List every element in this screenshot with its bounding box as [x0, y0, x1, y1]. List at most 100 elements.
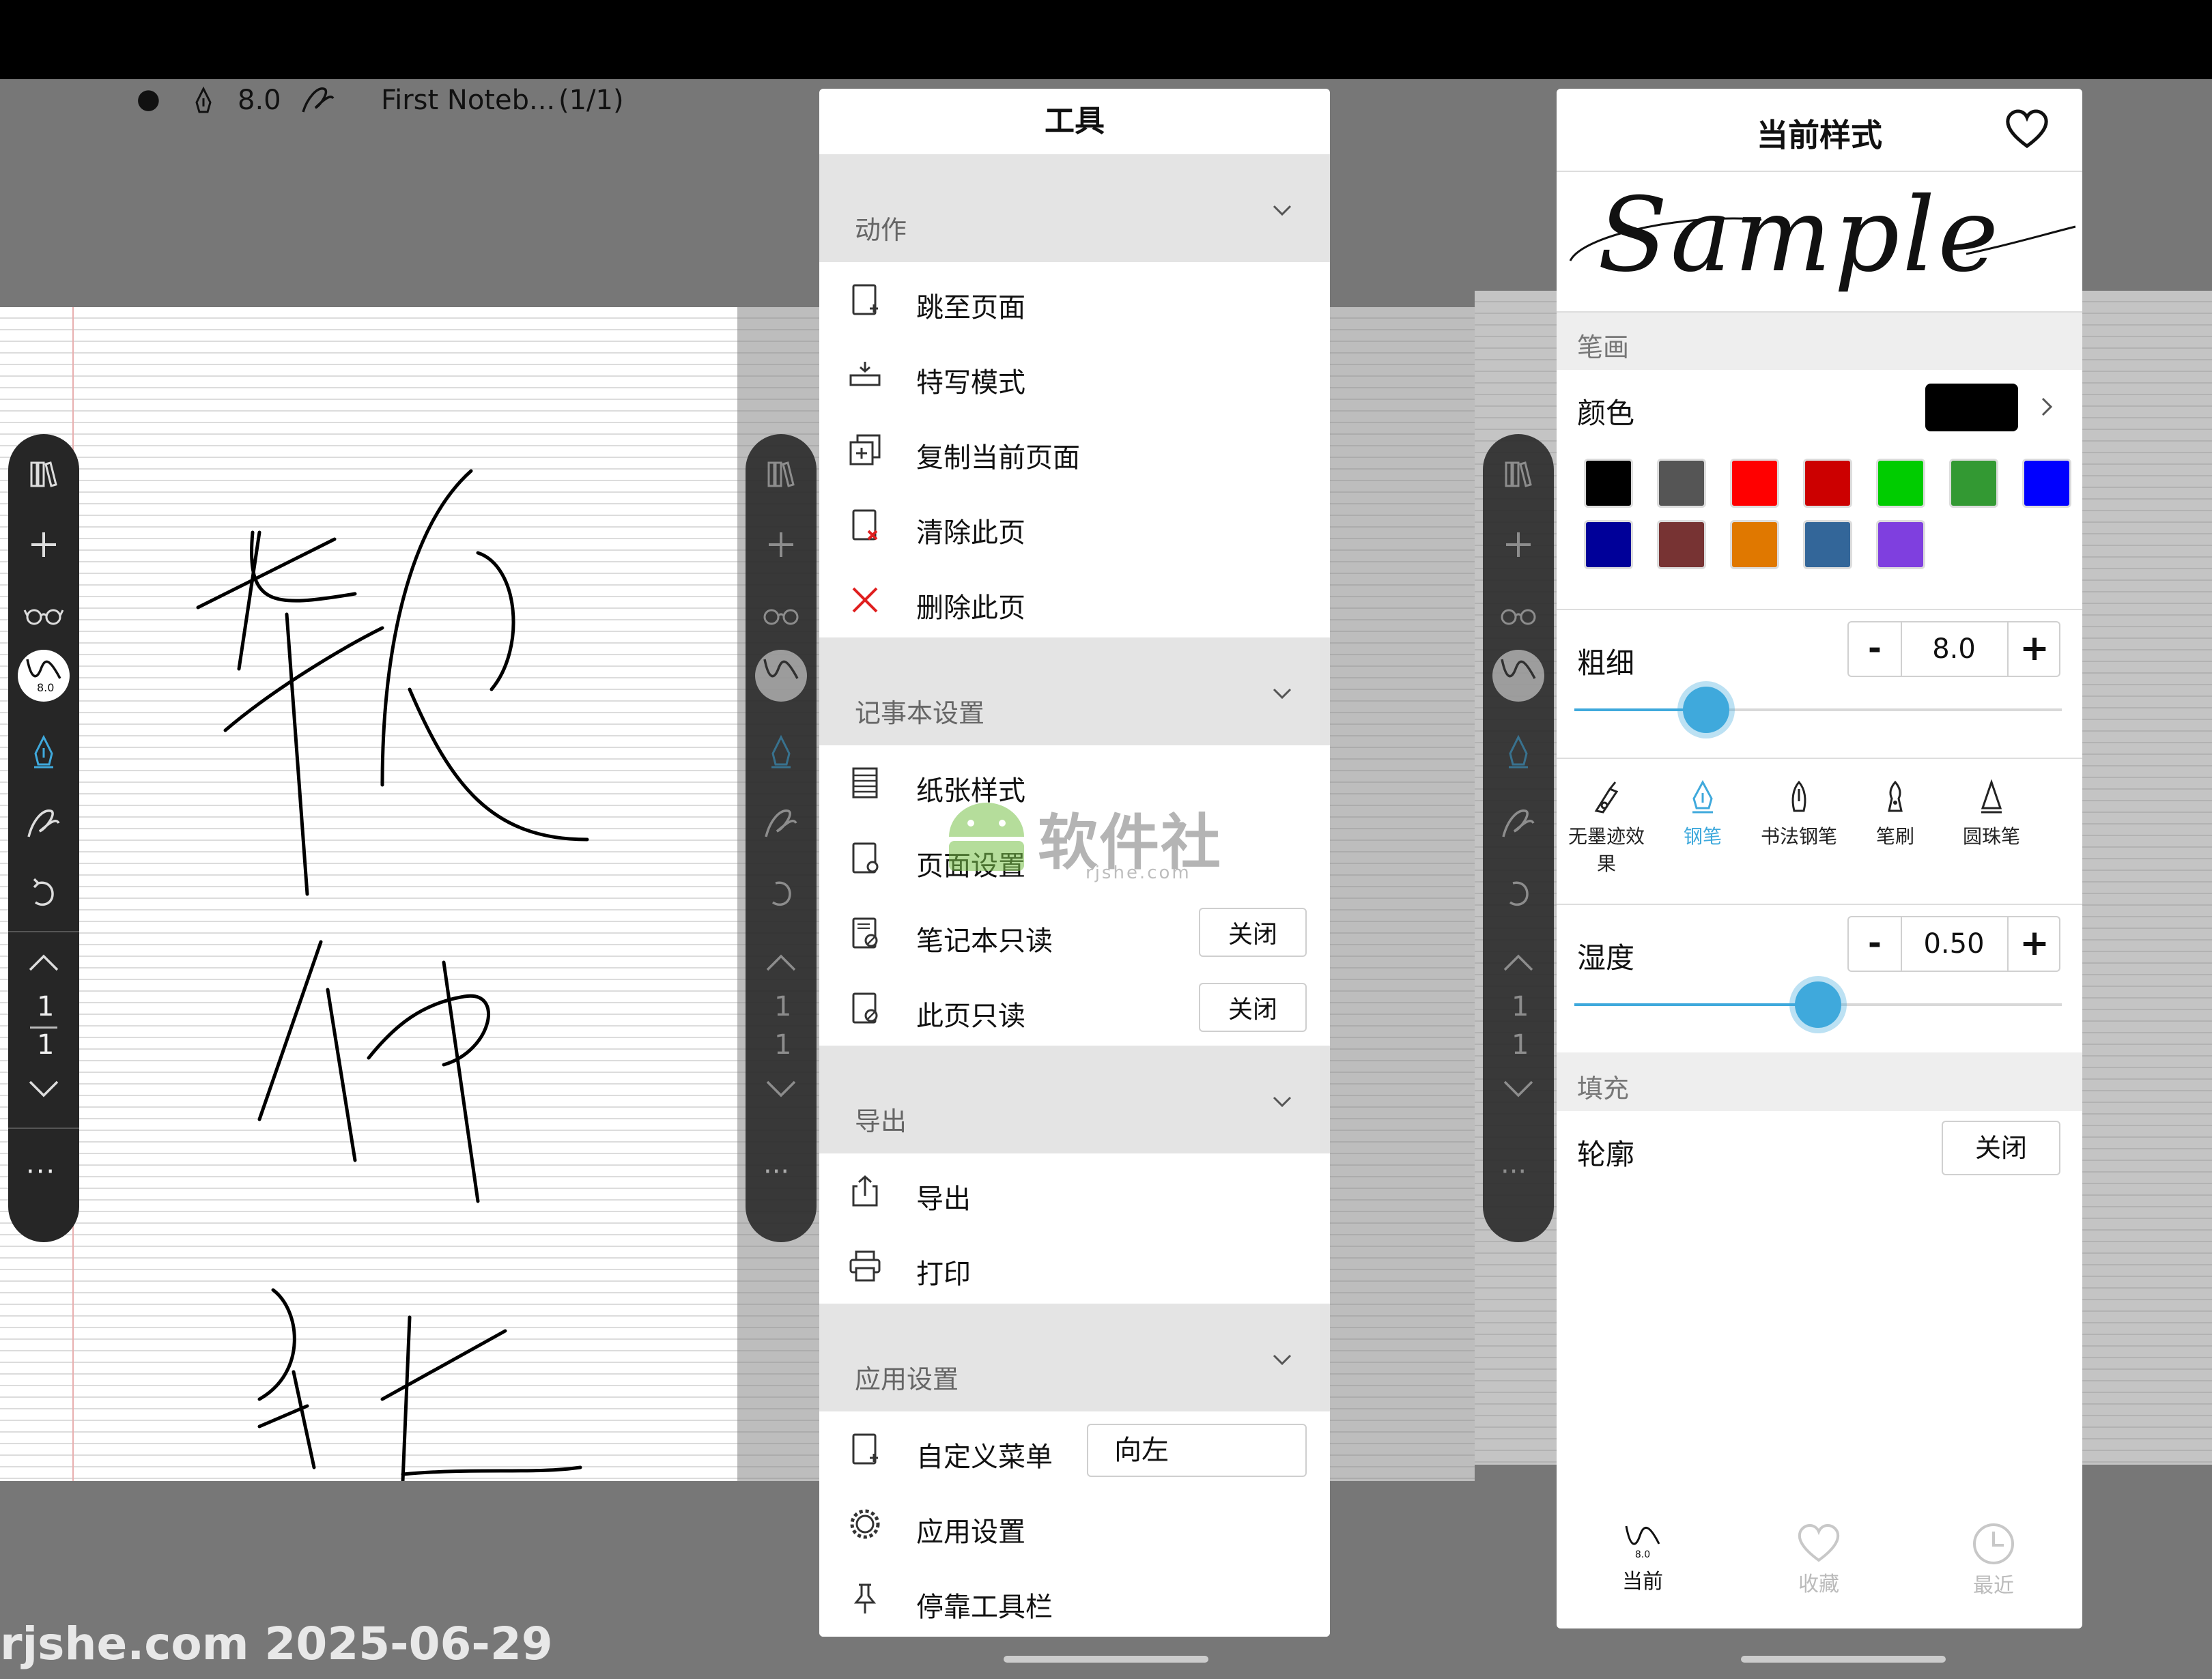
- menu-item-app-settings[interactable]: 应用设置: [819, 1487, 1330, 1563]
- brush-preview-icon[interactable]: 8.0: [18, 650, 70, 702]
- fountain-pen-icon: [1658, 779, 1747, 815]
- thickness-slider-track[interactable]: [1574, 687, 2062, 733]
- thickness-plus-button[interactable]: +: [2007, 622, 2060, 676]
- color-row[interactable]: 颜色: [1557, 370, 2082, 445]
- home-indicator[interactable]: [1004, 1656, 1208, 1663]
- color-swatch[interactable]: [1730, 459, 1779, 508]
- note-page[interactable]: [0, 307, 737, 1481]
- color-swatch[interactable]: [1730, 520, 1779, 569]
- screen-current-style: 1 1 ··· 当前样式 Sample 笔画 颜色 粗细 - 8.0 + 无墨迹…: [1475, 79, 2212, 1679]
- color-swatch[interactable]: [1949, 459, 1998, 508]
- thickness-value[interactable]: 8.0: [1902, 622, 2006, 676]
- notebook-readonly-toggle[interactable]: 关闭: [1199, 908, 1307, 957]
- tab-current[interactable]: 8.0 当前: [1581, 1521, 1704, 1594]
- read-mode-icon[interactable]: [22, 592, 66, 636]
- page-current-dim: 1: [774, 991, 792, 1022]
- brush-preview-icon-active[interactable]: [1492, 650, 1544, 702]
- pen-type-brush[interactable]: 笔刷: [1851, 779, 1940, 850]
- humidity-stepper: - 0.50 +: [1847, 916, 2060, 972]
- pen-type-calligraphy-pen[interactable]: 书法钢笔: [1755, 779, 1843, 850]
- menu-item-export[interactable]: 导出: [819, 1153, 1330, 1230]
- side-toolbar: 8.0 1 1 ···: [8, 434, 79, 1242]
- pen-type-label: 书法钢笔: [1760, 825, 1837, 848]
- thickness-minus-button[interactable]: -: [1849, 622, 1902, 676]
- menu-item-delete-page[interactable]: 删除此页: [819, 562, 1330, 639]
- color-swatch[interactable]: [1876, 459, 1925, 508]
- page-down-icon[interactable]: [22, 1067, 66, 1111]
- color-swatch[interactable]: [1803, 520, 1852, 569]
- color-swatch[interactable]: [1876, 520, 1925, 569]
- page-readonly-toggle[interactable]: 关闭: [1199, 983, 1307, 1032]
- color-swatch[interactable]: [1803, 459, 1852, 508]
- menu-item-print[interactable]: 打印: [819, 1229, 1330, 1305]
- pen-type-label: 圆珠笔: [1962, 825, 2020, 848]
- handwriting-strokes: [196, 469, 589, 1481]
- section-title: 导出: [855, 1106, 907, 1136]
- page-down-icon-dim: [759, 1067, 803, 1111]
- side-toolbar-dimmed: 1 1 ···: [746, 434, 817, 1242]
- menu-item-notebook-readonly: 笔记本只读 关闭: [819, 895, 1330, 972]
- menu-item-duplicate-page[interactable]: 复制当前页面: [819, 412, 1330, 489]
- color-swatch[interactable]: [1584, 459, 1633, 508]
- menu-label: 跳至页面: [916, 292, 1025, 324]
- page-current: 1: [37, 991, 55, 1022]
- home-indicator[interactable]: [1741, 1656, 1946, 1663]
- tab-recent[interactable]: 最近: [1932, 1521, 2055, 1598]
- clock-tab-icon: [1973, 1523, 2014, 1564]
- pen-type-fountain-pen[interactable]: 钢笔: [1658, 779, 1747, 850]
- page-lock-icon: [848, 991, 882, 1025]
- page-up-icon[interactable]: [22, 941, 66, 984]
- color-swatch[interactable]: [1584, 520, 1633, 569]
- humidity-value[interactable]: 0.50: [1902, 917, 2006, 971]
- undo-icon[interactable]: [22, 871, 66, 915]
- menu-item-dock-toolbar[interactable]: 停靠工具栏: [819, 1562, 1330, 1637]
- section-notebook-settings[interactable]: 记事本设置: [819, 637, 1330, 745]
- closeup-icon: [848, 358, 882, 392]
- color-swatch[interactable]: [1657, 520, 1706, 569]
- pen-tool-icon[interactable]: [22, 730, 66, 774]
- notebook-title[interactable]: First Noteb...: [381, 85, 555, 116]
- toolbar-divider-2: [8, 1128, 79, 1129]
- humidity-slider-track[interactable]: [1574, 981, 2062, 1028]
- menu-item-closeup-mode[interactable]: 特写模式: [819, 337, 1330, 414]
- humidity-plus-button[interactable]: +: [2007, 917, 2060, 971]
- section-export[interactable]: 导出: [819, 1046, 1330, 1153]
- more-icon-active[interactable]: ···: [763, 1156, 789, 1188]
- thickness-slider-knob[interactable]: [1682, 687, 1729, 733]
- pen-type-ballpoint[interactable]: 圆珠笔: [1947, 779, 2036, 850]
- signature-tool-icon[interactable]: [22, 801, 66, 845]
- more-icon[interactable]: ···: [26, 1156, 56, 1188]
- color-swatch[interactable]: [2022, 459, 2071, 508]
- gear-icon: [848, 1507, 882, 1541]
- brush-size-badge: 8.0: [37, 681, 55, 694]
- pen-size-label: 8.0: [238, 85, 281, 116]
- menu-item-goto-page[interactable]: 跳至页面: [819, 262, 1330, 339]
- page-total: 1: [37, 1029, 55, 1061]
- pen-tool-icon-dim: [1497, 730, 1540, 774]
- section-app-settings[interactable]: 应用设置: [819, 1304, 1330, 1411]
- fill-section-header: 填充: [1557, 1052, 2082, 1111]
- humidity-minus-button[interactable]: -: [1849, 917, 1902, 971]
- menu-label: 笔记本只读: [916, 925, 1053, 957]
- menu-label: 特写模式: [916, 367, 1025, 399]
- color-swatch[interactable]: [1657, 459, 1706, 508]
- outline-toggle[interactable]: 关闭: [1942, 1121, 2060, 1175]
- library-icon[interactable]: [22, 452, 66, 496]
- sample-flourish: [1569, 217, 2076, 261]
- fill-section-title: 填充: [1577, 1074, 1630, 1104]
- pen-type-nib-plain[interactable]: 无墨迹效果: [1562, 779, 1651, 878]
- heart-icon[interactable]: [2003, 106, 2051, 150]
- custom-menu-select[interactable]: 向左: [1087, 1424, 1307, 1477]
- color-palette: [1557, 445, 2082, 610]
- menu-item-clear-page[interactable]: 清除此页: [819, 487, 1330, 564]
- section-actions[interactable]: 动作: [819, 154, 1330, 262]
- footer-watermark: rjshe.com 2025-06-29: [0, 1618, 553, 1670]
- page-fraction-bar: [30, 1027, 57, 1029]
- humidity-slider-knob[interactable]: [1795, 981, 1841, 1028]
- android-logo-icon: [949, 803, 1024, 871]
- tab-label: 最近: [1973, 1574, 2014, 1598]
- tab-favorites[interactable]: 收藏: [1757, 1521, 1880, 1597]
- current-color-swatch[interactable]: [1925, 384, 2018, 431]
- add-page-icon[interactable]: [22, 523, 66, 566]
- read-mode-icon-dim: [1497, 592, 1540, 636]
